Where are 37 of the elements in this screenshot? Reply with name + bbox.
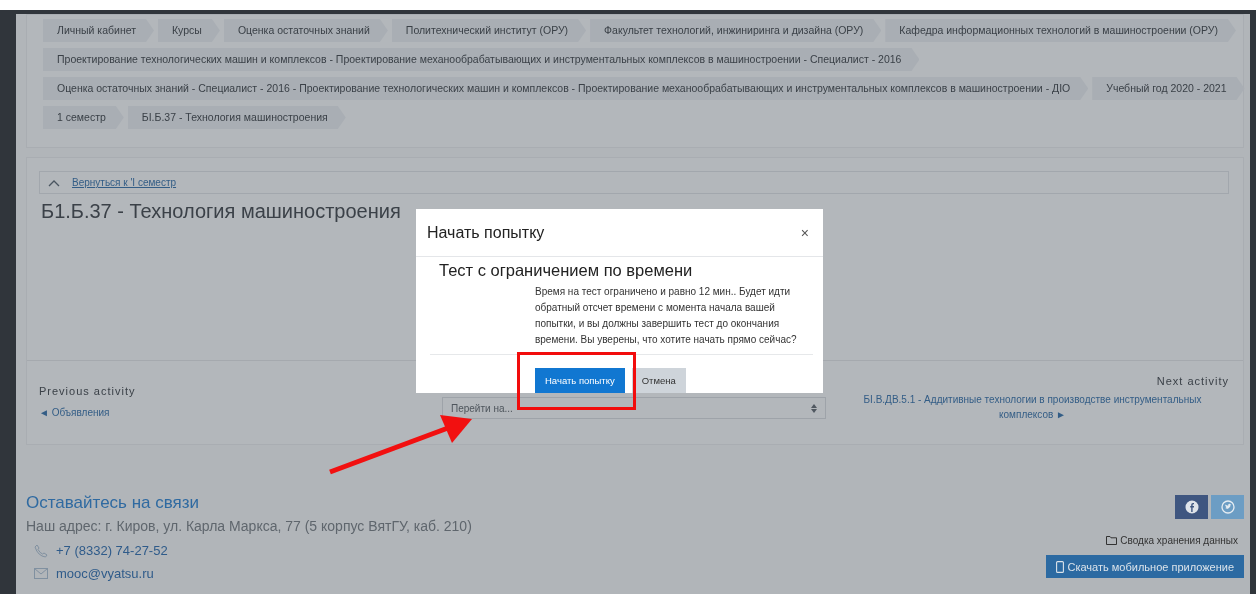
next-activity-label: Next activity — [1155, 375, 1229, 387]
dialog-message: Время на тест ограничено и равно 12 мин.. Будет идти обратный отсчет времени с момента начала вашей попытки, и вы должны завершить тест до окончания времени. Вы уверены, что хотите начать прямо сейчас? — [535, 285, 798, 347]
phone-icon — [34, 543, 48, 558]
jump-select[interactable]: Перейти на... — [442, 397, 826, 419]
breadcrumb-link[interactable]: Проектирование технологических машин и комплексов - Проектирование механообрабатывающих и инструментальных комплексов в машиностроении - Специалист - 2016 — [43, 48, 920, 71]
breadcrumb-link[interactable]: Политехнический институт (ОРУ) — [391, 19, 587, 42]
data-summary-link[interactable]: Сводка хранения данных — [1106, 535, 1238, 546]
breadcrumb-link[interactable]: Оценка остаточных знаний - Специалист - 2016 - Проектирование технологических машин и комплексов - Проектирование механообрабатывающих и инструментальных комплексов в машиностроении - ДIО — [43, 77, 1089, 100]
phone-device-icon — [1056, 560, 1065, 573]
envelope-icon — [34, 568, 48, 579]
breadcrumb-link[interactable]: Оценка остаточных знаний — [223, 19, 388, 42]
address-text: Наш адрес: г. Киров, ул. Карла Маркса, 77 (5 корпус ВятГУ, каб. 210) — [26, 518, 472, 534]
breadcrumb-link[interactable]: Учебный год 2020 - 2021 — [1092, 77, 1245, 100]
chevron-up-icon — [48, 178, 60, 187]
breadcrumb-link[interactable]: Личный кабинет — [43, 19, 154, 42]
facebook-button[interactable] — [1175, 495, 1208, 519]
dialog-heading: Тест с ограничением по времени — [439, 261, 694, 280]
back-link[interactable]: Вернуться к 'I семестр — [72, 177, 177, 188]
breadcrumb-link[interactable]: 1 семестр — [43, 106, 124, 129]
breadcrumb-link[interactable]: БI.Б.37 - Технология машиностроения — [127, 106, 346, 129]
page-title: Б1.Б.37 - Технология машиностроения — [41, 200, 402, 223]
breadcrumb-link[interactable]: Кафедра информационных технологий в машиностроении (ОРУ) — [885, 19, 1236, 42]
previous-activity-link[interactable]: ◄ Объявления — [39, 407, 110, 418]
dialog-title: Начать попытку — [427, 223, 545, 242]
facebook-icon — [1184, 500, 1199, 514]
phone-link[interactable]: +7 (8332) 74-27-52 — [56, 543, 168, 558]
previous-activity-label: Previous activity — [39, 385, 137, 397]
next-activity-link[interactable]: БI.В.ДВ.5.1 - Аддитивные технологии в производстве инструментальных комплексов ► — [856, 392, 1209, 422]
cancel-button[interactable]: Отмена — [631, 368, 686, 393]
close-button[interactable]: × — [796, 224, 813, 241]
breadcrumb-link[interactable]: Факультет технологий, инжиниринга и дизайна (ОРУ) — [590, 19, 882, 42]
download-app-button[interactable]: Скачать мобильное приложение — [1046, 555, 1244, 578]
email-link[interactable]: mooc@vyatsu.ru — [56, 566, 154, 581]
start-attempt-button[interactable]: Начать попытку — [535, 368, 625, 393]
footer-heading: Оставайтесь на связи — [26, 493, 201, 513]
folder-icon — [1106, 536, 1118, 545]
breadcrumb-link[interactable]: Курсы — [158, 19, 220, 42]
